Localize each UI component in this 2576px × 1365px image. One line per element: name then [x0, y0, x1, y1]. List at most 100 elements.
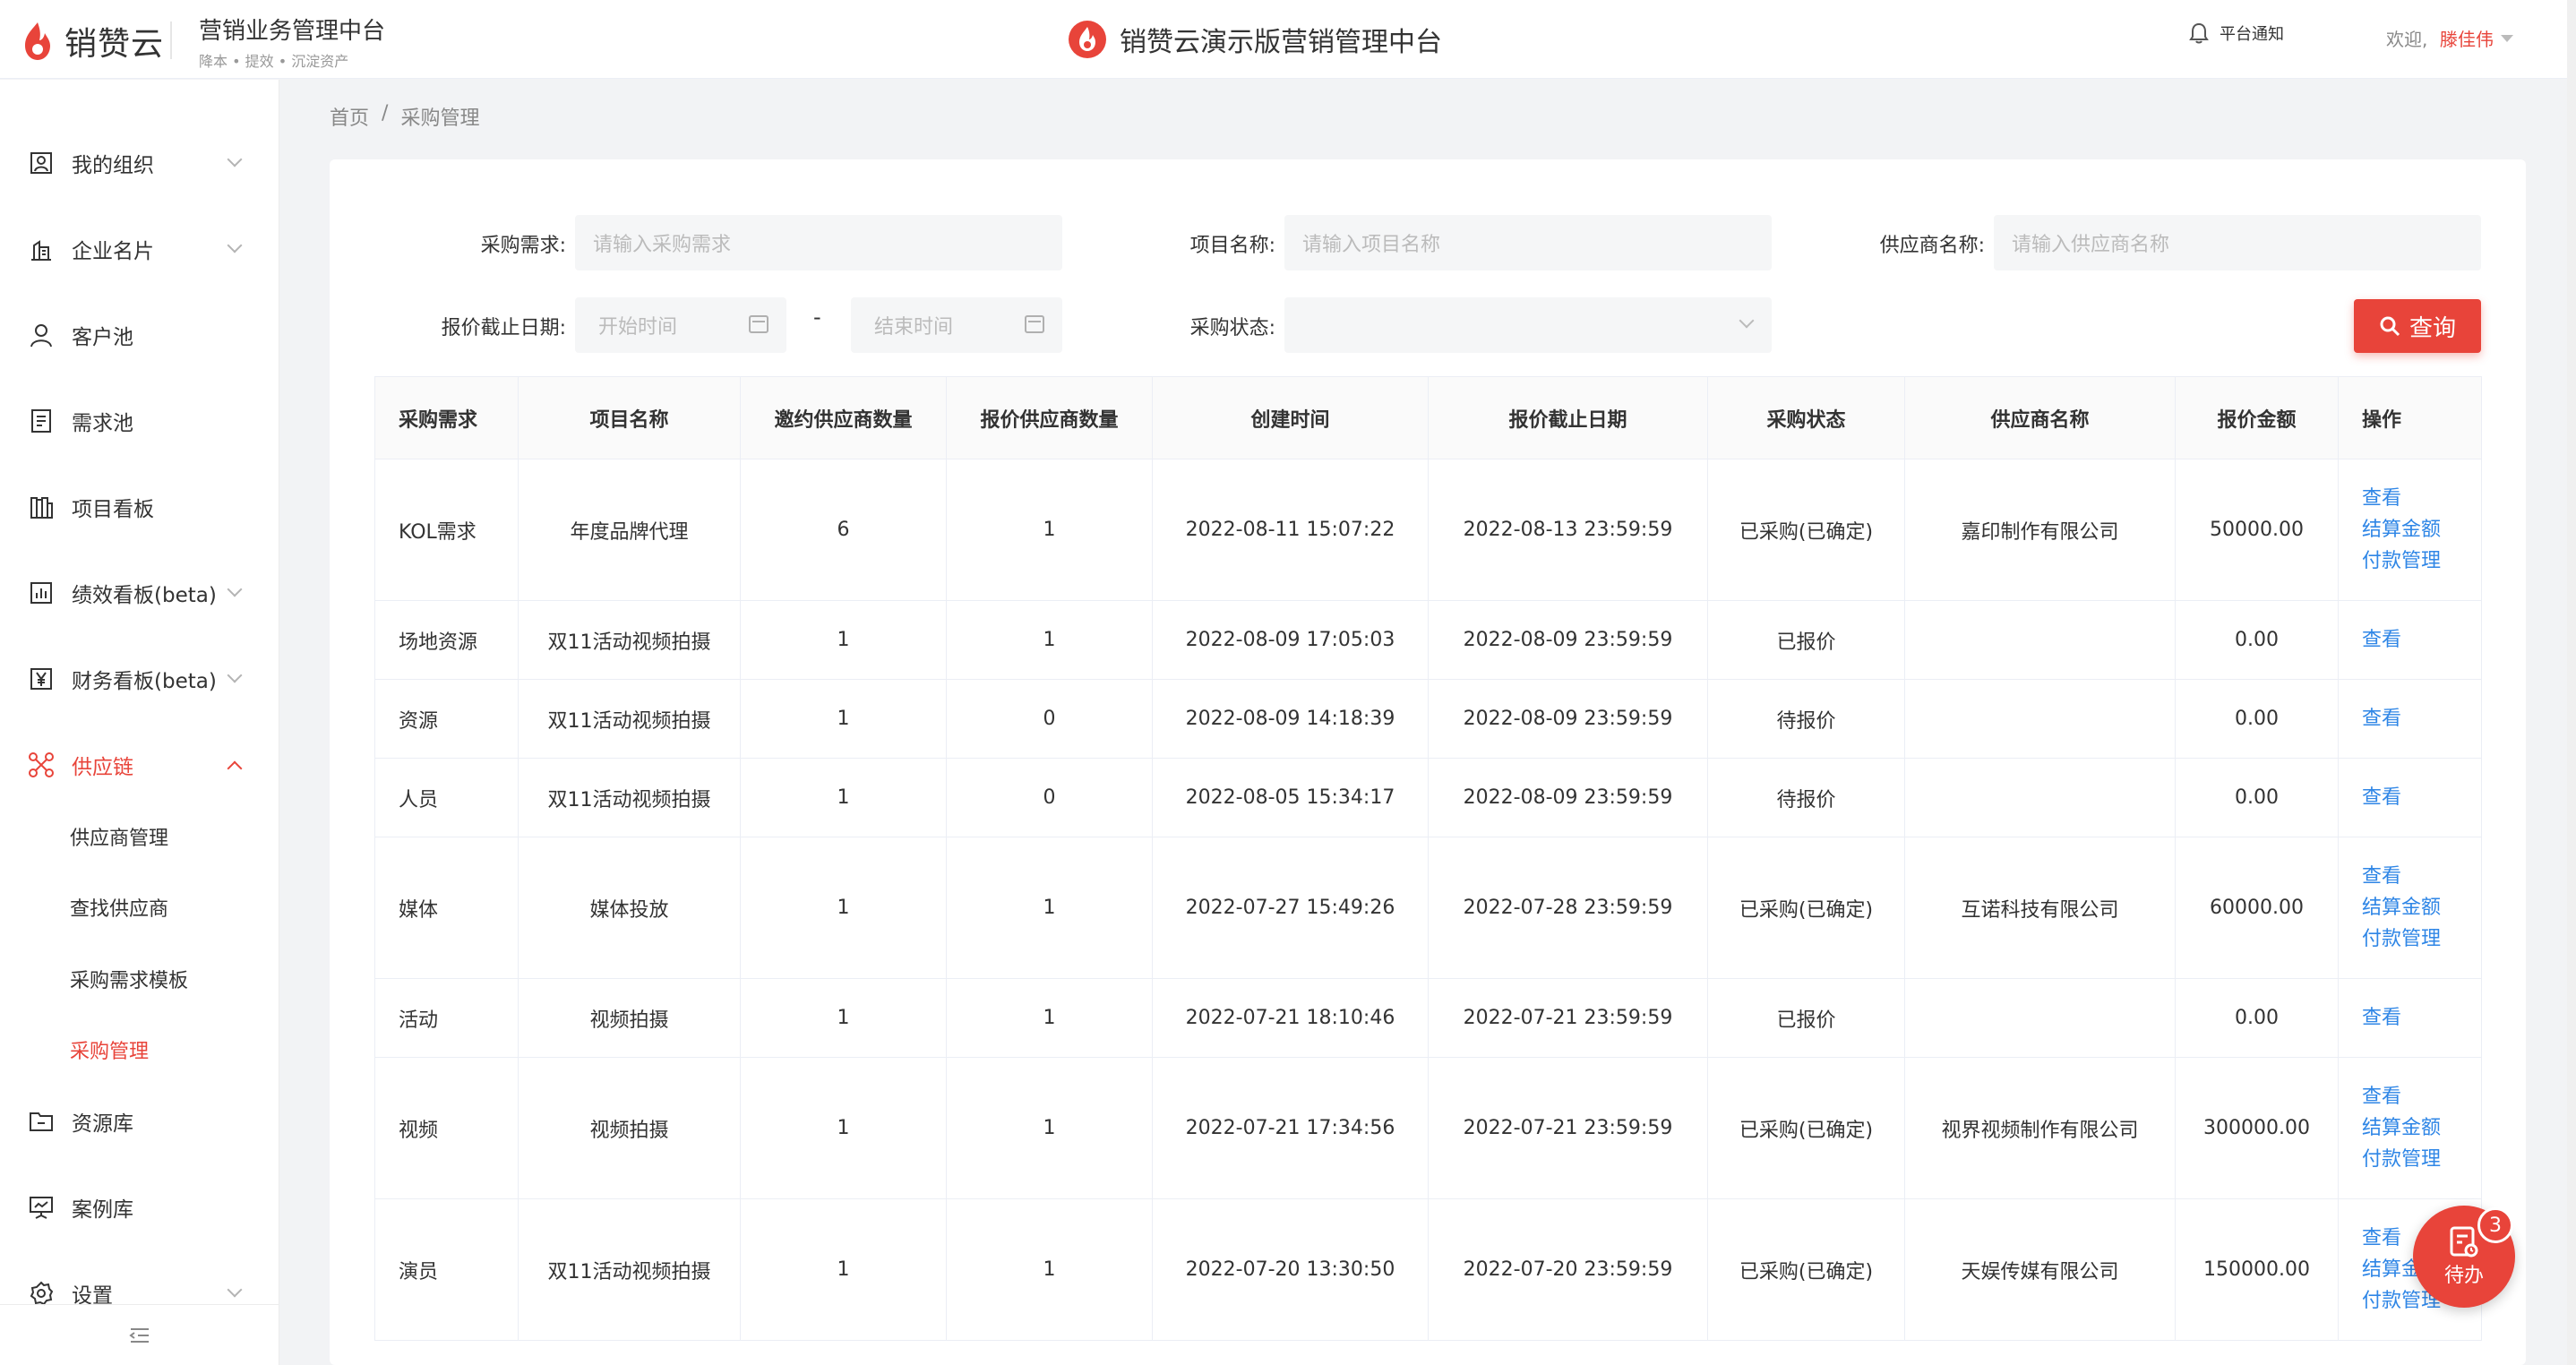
sidebar-item-cases[interactable]: 案例库: [0, 1180, 279, 1234]
sidebar-item-finance[interactable]: 财务看板(beta): [0, 652, 279, 706]
sidebar: 我的组织 企业名片 客户池 需求池 项目看板 绩效看板(beta) 财务看板(b…: [0, 80, 279, 1365]
project-placeholder: 请输入项目名称: [1302, 234, 1441, 256]
column-header: 操作: [2338, 376, 2482, 459]
sidebar-item-supply-chain[interactable]: 供应链: [0, 738, 279, 792]
table-cell-project: 双11活动视频拍摄: [518, 600, 741, 680]
action-link[interactable]: 结算金额: [2362, 1112, 2481, 1144]
table-cell-amount: 60000.00: [2175, 837, 2339, 979]
table-row: 资源 双11活动视频拍摄 1 0 2022-08-09 14:18:39 2022-08-…: [374, 679, 2482, 759]
sidebar-item-project-board[interactable]: 项目看板: [0, 480, 279, 534]
status-select[interactable]: [1284, 297, 1772, 353]
table-cell-status: 待报价: [1707, 679, 1905, 759]
sidebar-item-performance[interactable]: 绩效看板(beta): [0, 566, 279, 620]
table-cell-created: 2022-07-21 17:34:56: [1152, 1057, 1429, 1199]
action-link[interactable]: 结算金额: [2362, 892, 2481, 923]
calendar-icon: [749, 315, 769, 333]
supplier-label: 供应商名称:: [1879, 235, 1985, 257]
table-cell-status: 待报价: [1707, 758, 1905, 837]
action-link[interactable]: 查看: [2362, 1081, 2481, 1112]
sidebar-subitem-demand-template[interactable]: 采购需求模板: [70, 965, 188, 993]
sidebar-subitem-supplier-management[interactable]: 供应商管理: [70, 822, 168, 851]
platform-notice[interactable]: 平台通知: [2189, 21, 2284, 45]
column-header: 供应商名称: [1904, 376, 2176, 459]
start-date-input[interactable]: 开始时间: [575, 297, 786, 353]
chevron-down-icon: [227, 581, 243, 597]
project-label: 项目名称:: [1189, 235, 1275, 257]
table-cell-deadline: 2022-07-28 23:59:59: [1428, 837, 1708, 979]
sidebar-item-org[interactable]: 我的组织: [0, 136, 279, 190]
action-link[interactable]: 查看: [2362, 782, 2481, 813]
table-cell-demand: 媒体: [374, 837, 519, 979]
column-header: 采购需求: [374, 376, 519, 459]
query-button[interactable]: 查询: [2354, 299, 2481, 353]
logo[interactable]: 销赞云: [20, 18, 164, 64]
table-cell-created: 2022-08-11 15:07:22: [1152, 459, 1429, 601]
table-cell-supplier: [1904, 600, 2176, 680]
search-icon: [2380, 316, 2400, 337]
sidebar-item-resources[interactable]: 资源库: [0, 1095, 279, 1148]
action-link[interactable]: 付款管理: [2362, 923, 2481, 955]
action-link[interactable]: 查看: [2362, 624, 2481, 656]
table-row: 演员 双11活动视频拍摄 1 1 2022-07-20 13:30:50 2022-07-…: [374, 1198, 2482, 1341]
table-cell-invited: 1: [740, 600, 947, 680]
column-header: 报价截止日期: [1428, 376, 1708, 459]
table-cell-actions: 查看: [2338, 679, 2482, 759]
demand-input[interactable]: 请输入采购需求: [575, 215, 1062, 270]
table-cell-quoted: 1: [946, 459, 1153, 601]
table-cell-invited: 1: [740, 978, 947, 1058]
collapse-sidebar-button[interactable]: [0, 1304, 279, 1365]
table-cell-project: 媒体投放: [518, 837, 741, 979]
table-cell-supplier: [1904, 679, 2176, 759]
table-cell-created: 2022-08-05 15:34:17: [1152, 758, 1429, 837]
action-link[interactable]: 查看: [2362, 703, 2481, 734]
bell-icon: [2189, 22, 2209, 44]
end-date-input[interactable]: 结束时间: [851, 297, 1062, 353]
sidebar-subitem-procurement[interactable]: 采购管理: [70, 1035, 149, 1064]
sidebar-subitem-find-supplier[interactable]: 查找供应商: [70, 893, 168, 922]
sidebar-item-customer-pool[interactable]: 客户池: [0, 308, 279, 362]
action-link[interactable]: 查看: [2362, 861, 2481, 892]
action-link[interactable]: 查看: [2362, 483, 2481, 514]
table-cell-invited: 1: [740, 1057, 947, 1199]
action-link[interactable]: 付款管理: [2362, 1144, 2481, 1175]
table-cell-created: 2022-07-21 18:10:46: [1152, 978, 1429, 1058]
action-link[interactable]: 结算金额: [2362, 514, 2481, 545]
table-row: 人员 双11活动视频拍摄 1 0 2022-08-05 15:34:17 2022-08-…: [374, 758, 2482, 837]
action-link[interactable]: 付款管理: [2362, 545, 2481, 577]
table-cell-supplier: 视界视频制作有限公司: [1904, 1057, 2176, 1199]
sidebar-item-demand-pool[interactable]: 需求池: [0, 394, 279, 448]
table-row: 视频 视频拍摄 1 1 2022-07-21 17:34:56 2022-07-21 23…: [374, 1057, 2482, 1199]
project-input[interactable]: 请输入项目名称: [1284, 215, 1772, 270]
brand-circle-icon: [1069, 21, 1106, 58]
table-cell-supplier: 天娱传媒有限公司: [1904, 1198, 2176, 1341]
table-row: KOL需求 年度品牌代理 6 1 2022-08-11 15:07:22 2022-08-…: [374, 459, 2482, 601]
top-header: 销赞云 营销业务管理中台 降本 • 提效 • 沉淀资产 销赞云演示版营销管理中台…: [0, 0, 2576, 79]
table-cell-status: 已采购(已确定): [1707, 1057, 1905, 1199]
demand-label: 采购需求:: [480, 235, 566, 257]
chevron-up-icon: [227, 760, 243, 777]
sidebar-item-label: 资源库: [72, 1112, 133, 1136]
breadcrumb-home[interactable]: 首页: [330, 102, 369, 131]
welcome-text: 欢迎,: [2386, 29, 2428, 50]
table-cell-deadline: 2022-07-21 23:59:59: [1428, 978, 1708, 1058]
table-cell-invited: 1: [740, 837, 947, 979]
table-cell-created: 2022-08-09 17:05:03: [1152, 600, 1429, 680]
table-cell-quoted: 0: [946, 679, 1153, 759]
query-button-label: 查询: [2409, 314, 2456, 342]
sidebar-item-company-card[interactable]: 企业名片: [0, 222, 279, 276]
user-menu[interactable]: 滕佳伟: [2440, 25, 2513, 51]
sidebar-item-label: 我的组织: [72, 154, 154, 177]
sidebar-item-label: 供应链: [72, 756, 133, 779]
page-scrollbar[interactable]: [2567, 0, 2576, 1365]
table-cell-status: 已采购(已确定): [1707, 837, 1905, 979]
todo-icon: [2450, 1226, 2478, 1258]
table-cell-amount: 0.00: [2175, 758, 2339, 837]
sidebar-item-label: 客户池: [72, 326, 133, 349]
table-cell-quoted: 1: [946, 837, 1153, 979]
table-cell-status: 已采购(已确定): [1707, 1198, 1905, 1341]
table-cell-status: 已报价: [1707, 978, 1905, 1058]
action-link[interactable]: 查看: [2362, 1002, 2481, 1034]
folder-icon: [27, 1107, 56, 1136]
collapse-menu-icon: [129, 1327, 149, 1343]
supplier-input[interactable]: 请输入供应商名称: [1994, 215, 2481, 270]
